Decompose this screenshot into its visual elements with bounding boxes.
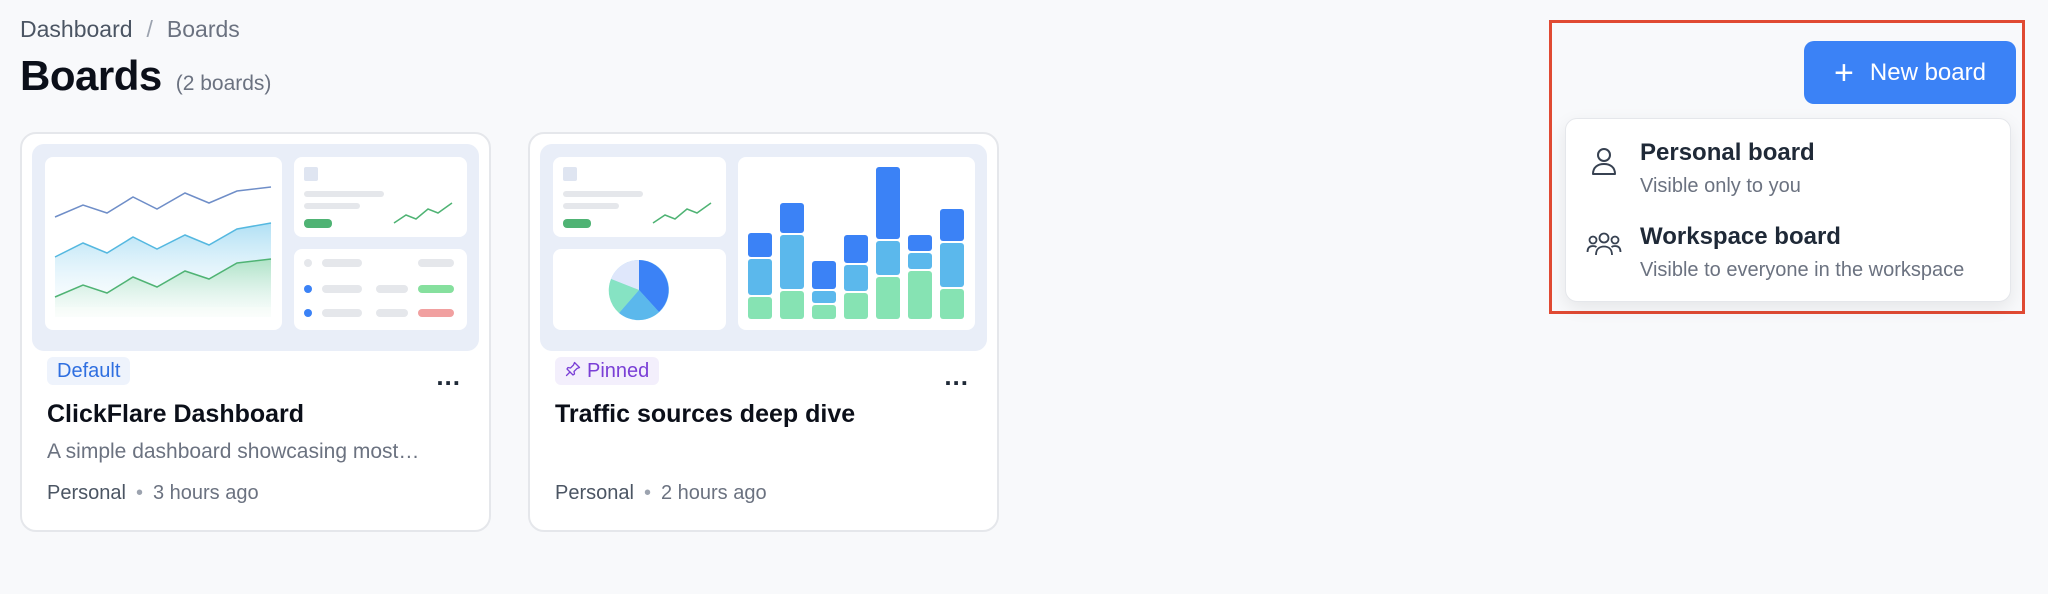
pin-icon-graphic	[565, 361, 581, 376]
preview-line-chart	[54, 186, 272, 317]
board-owner: Personal	[555, 482, 634, 504]
meta-separator: •	[135, 482, 143, 504]
pin-icon	[565, 360, 581, 383]
preview-table-graphic	[304, 259, 454, 317]
person-icon-graphic	[1592, 148, 1616, 175]
users-icon-graphic	[1586, 232, 1622, 256]
breadcrumb-current: Boards	[166, 16, 240, 42]
board-name[interactable]: Traffic sources deep dive	[555, 400, 855, 429]
board-owner: Personal	[47, 482, 126, 504]
board-name[interactable]: ClickFlare Dashboard	[47, 400, 304, 429]
users-icon	[1586, 227, 1622, 263]
menu-item-subtitle: Visible only to you	[1640, 175, 1801, 197]
board-meta: Personal • 2 hours ago	[555, 482, 767, 505]
board-meta: Personal • 3 hours ago	[47, 482, 259, 505]
board-description: A simple dashboard showcasing most…	[47, 440, 420, 463]
more-options-button[interactable]: ...	[436, 363, 461, 389]
pinned-badge-label: Pinned	[587, 359, 650, 382]
preview-table-tile	[294, 249, 467, 330]
title-row: Boards (2 boards)	[20, 52, 271, 100]
preview-pie-graphic	[608, 259, 669, 321]
breadcrumb-separator: /	[146, 16, 153, 42]
preview-kpi-tile	[294, 157, 467, 237]
breadcrumb-dashboard-link[interactable]: Dashboard	[20, 16, 133, 43]
breadcrumb: Dashboard / Boards	[20, 16, 240, 43]
menu-item-title: Personal board	[1640, 139, 1815, 166]
boards-page: Dashboard / Boards Boards (2 boards) Def…	[0, 0, 2048, 594]
meta-separator: •	[643, 482, 651, 504]
board-updated-time: 3 hours ago	[152, 482, 259, 504]
preview-kpi-tile	[553, 157, 726, 237]
board-count: (2 boards)	[175, 72, 272, 95]
preview-line-chart-tile	[45, 157, 282, 330]
board-updated-time: 2 hours ago	[660, 482, 767, 504]
plus-icon: +	[1834, 53, 1854, 92]
default-badge-label: Default	[57, 359, 121, 382]
preview-bar-chart-tile	[738, 157, 975, 330]
preview-kpi-graphic	[563, 167, 712, 228]
new-board-label: New board	[1869, 58, 1986, 86]
board-card-clickflare[interactable]: Default ... ClickFlare Dashboard A simpl…	[20, 132, 491, 532]
preview-kpi-graphic	[304, 167, 453, 228]
menu-item-workspace-board[interactable]: Workspace board Visible to everyone in t…	[1566, 209, 2010, 293]
menu-item-personal-board[interactable]: Personal board Visible only to you	[1566, 125, 2010, 209]
default-badge: Default	[47, 357, 131, 385]
board-card-traffic-sources[interactable]: Pinned ... Traffic sources deep dive Per…	[528, 132, 999, 532]
more-options-button[interactable]: ...	[944, 363, 969, 389]
new-board-button[interactable]: + New board	[1804, 41, 2016, 104]
board-preview-thumbnail	[540, 144, 987, 351]
pinned-badge: Pinned	[555, 357, 660, 385]
preview-bar-graphic	[748, 167, 964, 319]
menu-item-subtitle: Visible to everyone in the workspace	[1640, 259, 1965, 281]
new-board-dropdown-menu: Personal board Visible only to you Works…	[1565, 118, 2011, 302]
menu-item-title: Workspace board	[1640, 223, 1841, 250]
page-title: Boards	[20, 52, 162, 99]
person-icon	[1586, 143, 1622, 179]
preview-pie-tile	[553, 249, 726, 330]
board-preview-thumbnail	[32, 144, 479, 351]
